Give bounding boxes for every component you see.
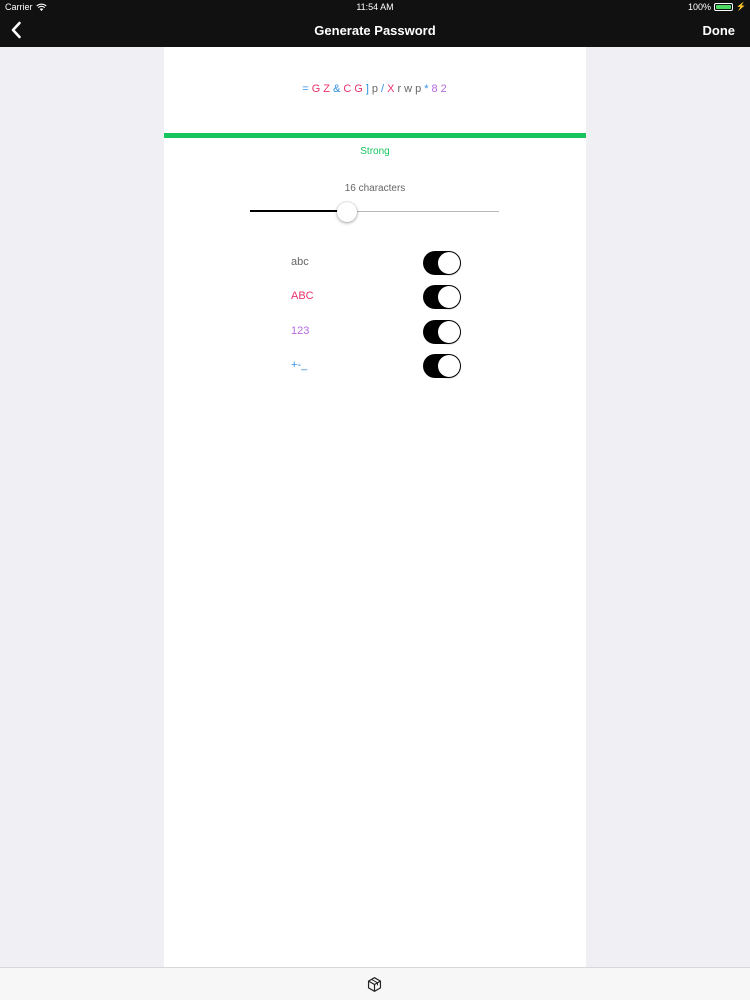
- battery-percent: 100%: [688, 2, 712, 12]
- option-label-lowercase: abc: [291, 256, 309, 268]
- digits-toggle[interactable]: [423, 320, 461, 344]
- password-char: Z: [323, 83, 331, 95]
- strength-meter: [164, 133, 586, 138]
- password-char: =: [302, 83, 310, 95]
- length-label: 16 characters: [344, 183, 406, 194]
- bottom-toolbar: [0, 967, 750, 1000]
- password-char: C: [343, 83, 353, 95]
- toggle-knob: [438, 286, 460, 308]
- password-char: 8: [431, 83, 439, 95]
- option-row-lowercase: abc: [291, 251, 461, 275]
- password-char: &: [333, 83, 342, 95]
- password-char: ]: [365, 83, 370, 95]
- generated-password: = G Z & C G] p / Xr w p * 8 2: [164, 83, 586, 95]
- password-char: 2: [440, 83, 448, 95]
- password-generator-panel: = G Z & C G] p / Xr w p * 8 2 Strong 16 characters ab…: [164, 47, 586, 967]
- option-row-uppercase: ABC: [291, 285, 461, 309]
- password-char: r: [397, 83, 403, 95]
- password-char: p: [415, 83, 423, 95]
- password-char: G: [311, 83, 322, 95]
- status-time: 11:54 AM: [356, 2, 394, 12]
- option-label-symbols: +-_: [291, 359, 308, 371]
- done-button[interactable]: Done: [703, 23, 736, 38]
- uppercase-toggle[interactable]: [423, 285, 461, 309]
- option-label-uppercase: ABC: [291, 290, 314, 302]
- password-char: /: [381, 83, 386, 95]
- page-title: Generate Password: [314, 23, 436, 38]
- strength-label: Strong: [360, 146, 390, 157]
- option-label-digits: 123: [291, 325, 310, 337]
- lowercase-toggle[interactable]: [423, 251, 461, 275]
- slider-thumb[interactable]: [337, 202, 357, 222]
- slider-fill: [250, 210, 347, 212]
- password-char: p: [371, 83, 380, 95]
- toggle-knob: [438, 355, 460, 377]
- cube-icon[interactable]: [366, 976, 383, 993]
- toggle-knob: [438, 252, 460, 274]
- charging-icon: ⚡: [736, 2, 746, 11]
- option-row-symbols: +-_: [291, 354, 461, 378]
- length-slider[interactable]: [250, 202, 499, 222]
- password-char: X: [387, 83, 396, 95]
- status-bar: Carrier 11:54 AM 100% ⚡: [0, 0, 750, 14]
- password-char: G: [354, 83, 364, 95]
- status-right: 100% ⚡: [688, 2, 746, 12]
- battery-icon: [714, 3, 734, 11]
- toggle-knob: [438, 321, 460, 343]
- password-char: w: [404, 83, 414, 95]
- option-row-digits: 123: [291, 320, 461, 344]
- navigation-bar: Generate Password Done: [0, 14, 750, 47]
- password-char: *: [424, 83, 430, 95]
- symbols-toggle[interactable]: [423, 354, 461, 378]
